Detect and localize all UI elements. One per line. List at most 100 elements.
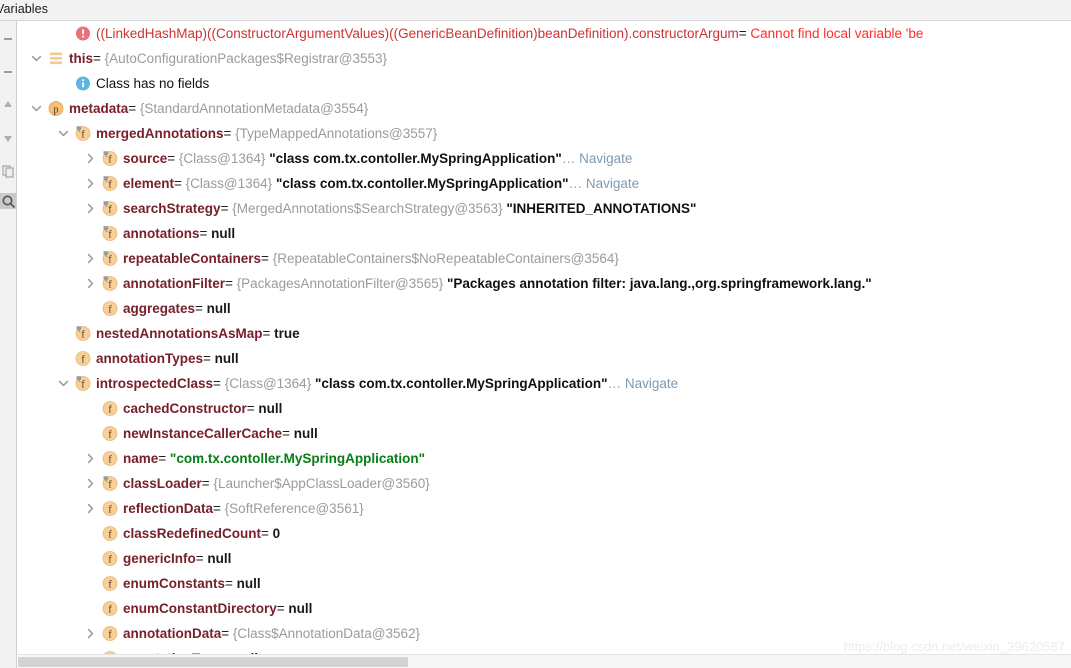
final-field-icon: f [102, 246, 119, 271]
variable-name: ((LinkedHashMap)((ConstructorArgumentVal… [96, 26, 739, 41]
chevron-right-icon[interactable] [84, 246, 97, 271]
variable-value-segment: {MergedAnnotations$SearchStrategy@3563} [232, 201, 507, 216]
tree-row[interactable]: f annotations= null [18, 221, 1071, 246]
variable-value-segment: null [206, 301, 231, 316]
tree-row[interactable]: f source= {Class@1364} "class com.tx.cont… [18, 146, 1071, 171]
tree-row[interactable]: f name= "com.tx.contoller.MySpringApplica… [18, 446, 1071, 471]
variable-value-segment: "Packages annotation filter: java.lang.,… [447, 276, 872, 291]
tree-row[interactable]: ((LinkedHashMap)((ConstructorArgumentVal… [18, 21, 1071, 46]
param-icon: p [48, 96, 65, 121]
tree-row[interactable]: f enumConstantDirectory= null [18, 596, 1071, 621]
final-field-icon: f [102, 171, 119, 196]
variables-tree[interactable]: ((LinkedHashMap)((ConstructorArgumentVal… [18, 21, 1071, 668]
tree-row[interactable]: f annotationTypes= null [18, 346, 1071, 371]
final-field-icon: f [75, 371, 92, 396]
field-icon: f [102, 446, 119, 471]
chevron-down-icon[interactable] [30, 96, 43, 121]
variable-value-segment: … [568, 176, 586, 191]
tree-row[interactable]: f classRedefinedCount= 0 [18, 521, 1071, 546]
horizontal-scrollbar-thumb[interactable] [18, 657, 408, 667]
tree-row[interactable]: f repeatableContainers= {RepeatableContai… [18, 246, 1071, 271]
equals-sign: = [203, 351, 215, 366]
chevron-right-icon[interactable] [84, 621, 97, 646]
final-field-icon: f [102, 271, 119, 296]
variable-name: source [123, 151, 168, 166]
final-field-icon: f [102, 221, 119, 246]
variable-name: annotationData [123, 626, 222, 641]
chevron-down-icon[interactable] [30, 46, 43, 71]
chevron-down-icon[interactable] [57, 121, 70, 146]
final-field-icon: f [75, 121, 92, 146]
variable-value-segment[interactable]: Navigate [586, 176, 639, 191]
minus-icon-2[interactable] [0, 64, 16, 80]
tree-row[interactable]: f aggregates= null [18, 296, 1071, 321]
tree-row[interactable]: f classLoader= {Launcher$AppClassLoader@3… [18, 471, 1071, 496]
equals-sign: = [246, 401, 259, 416]
field-icon: f [102, 596, 119, 621]
variable-value-segment[interactable]: Navigate [579, 151, 632, 166]
equals-sign: = [213, 501, 225, 516]
tree-row[interactable]: f reflectionData= {SoftReference@3561} [18, 496, 1071, 521]
variable-value-segment: "class com.tx.contoller.MySpringApplicat… [275, 176, 569, 191]
variable-name: this [69, 51, 94, 66]
variable-name: annotations [123, 226, 200, 241]
tree-row[interactable]: f nestedAnnotationsAsMap= true [18, 321, 1071, 346]
tree-row[interactable]: this= {AutoConfigurationPackages$Registr… [18, 46, 1071, 71]
variable-value-segment: {Class@1364} [185, 176, 276, 191]
tree-row[interactable]: f genericInfo= null [18, 546, 1071, 571]
variable-value-segment: Class has no fields [96, 76, 210, 91]
variable-name: mergedAnnotations [96, 126, 224, 141]
variable-name: classLoader [123, 476, 202, 491]
tree-row[interactable]: p metadata= {StandardAnnotationMetadata@3… [18, 96, 1071, 121]
variable-name: enumConstantDirectory [123, 601, 277, 616]
tree-row[interactable]: f introspectedClass= {Class@1364} "class … [18, 371, 1071, 396]
tree-row[interactable]: f newInstanceCallerCache= null [18, 421, 1071, 446]
equals-sign: = [174, 176, 186, 191]
variable-value-segment: {RepeatableContainers$NoRepeatableContai… [272, 251, 619, 266]
search-icon[interactable] [0, 193, 16, 209]
arrow-down-icon[interactable] [0, 130, 16, 146]
field-icon: f [102, 296, 119, 321]
variable-value-segment: "class com.tx.contoller.MySpringApplicat… [269, 151, 562, 166]
tree-row[interactable]: f cachedConstructor= null [18, 396, 1071, 421]
variable-name: element [123, 176, 175, 191]
tree-row[interactable]: Class has no fields [18, 71, 1071, 96]
equals-sign: = [195, 301, 207, 316]
chevron-right-icon[interactable] [84, 171, 97, 196]
chevron-right-icon[interactable] [84, 146, 97, 171]
variable-name: enumConstants [123, 576, 226, 591]
variable-value-segment[interactable]: Navigate [625, 376, 678, 391]
chevron-right-icon[interactable] [84, 496, 97, 521]
variable-value-segment: null [211, 226, 236, 241]
variable-value-segment: "com.tx.contoller.MySpringApplication" [169, 451, 425, 466]
tree-row[interactable]: f annotationFilter= {PackagesAnnotationFi… [18, 271, 1071, 296]
variable-value-segment: null [236, 576, 261, 591]
variable-value-segment: {Class@1364} [178, 151, 270, 166]
tree-row[interactable]: f mergedAnnotations= {TypeMappedAnnotatio… [18, 121, 1071, 146]
minus-icon[interactable] [0, 31, 16, 47]
equals-sign: = [167, 151, 179, 166]
variable-name: reflectionData [123, 501, 214, 516]
equals-sign: = [213, 376, 225, 391]
copy-icon[interactable] [0, 163, 16, 179]
chevron-right-icon[interactable] [84, 471, 97, 496]
variable-name: name [123, 451, 159, 466]
chevron-down-icon[interactable] [57, 371, 70, 396]
chevron-right-icon[interactable] [84, 196, 97, 221]
chevron-right-icon[interactable] [84, 446, 97, 471]
variable-value-segment: {Class@1364} [224, 376, 315, 391]
variable-value-segment: {Launcher$AppClassLoader@3560} [213, 476, 430, 491]
info-icon [75, 71, 92, 96]
equals-sign: = [261, 526, 273, 541]
tree-row[interactable]: f searchStrategy= {MergedAnnotations$Sear… [18, 196, 1071, 221]
variable-value-segment: … [561, 151, 580, 166]
horizontal-scrollbar[interactable] [18, 654, 1071, 668]
variable-name: cachedConstructor [123, 401, 247, 416]
tab-variables[interactable]: Variables [0, 2, 48, 16]
variable-name: nestedAnnotationsAsMap [96, 326, 263, 341]
arrow-up-icon[interactable] [0, 97, 16, 113]
tree-row[interactable]: f element= {Class@1364} "class com.tx.con… [18, 171, 1071, 196]
tree-row[interactable]: f enumConstants= null [18, 571, 1071, 596]
chevron-right-icon[interactable] [84, 271, 97, 296]
variable-name: annotationTypes [96, 351, 204, 366]
